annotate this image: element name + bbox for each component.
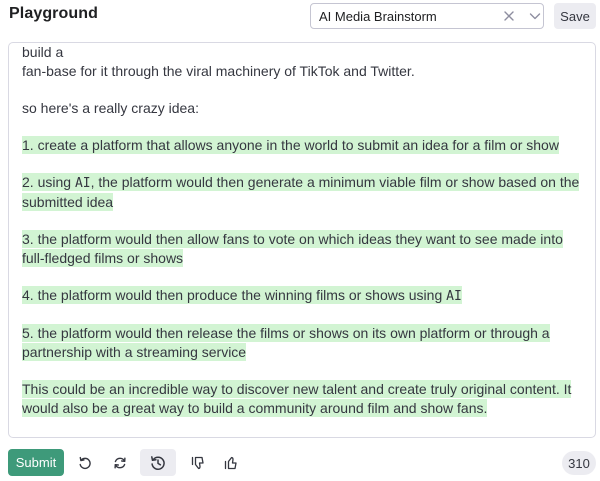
token-count: 310 bbox=[562, 451, 596, 475]
undo-icon bbox=[77, 455, 93, 471]
completion-text: This could be an incredible way to disco… bbox=[22, 381, 572, 416]
save-button[interactable]: Save bbox=[554, 3, 596, 29]
thumbs-down-icon bbox=[190, 455, 206, 471]
completion-text: 4. the platform would then produce the w… bbox=[22, 287, 447, 303]
submit-button[interactable]: Submit bbox=[8, 449, 64, 476]
x-icon[interactable] bbox=[502, 7, 516, 25]
completion-text: AI bbox=[74, 176, 91, 191]
chevron-down-icon[interactable] bbox=[528, 7, 542, 25]
completion-text: 2. using bbox=[22, 174, 75, 190]
list-item: 5. the platform would then release the f… bbox=[22, 324, 582, 362]
history-icon bbox=[149, 454, 167, 472]
list-item: 2. using AI, the platform would then gen… bbox=[22, 173, 582, 212]
prompt-text: connected writer in Brooklyn, she was ab… bbox=[22, 43, 582, 436]
list-item: 1. create a platform that allows anyone … bbox=[22, 136, 582, 155]
refresh-icon bbox=[112, 455, 128, 471]
preset-select-value: AI Media Brainstorm bbox=[319, 9, 437, 24]
regenerate-button[interactable] bbox=[105, 449, 135, 476]
history-button[interactable] bbox=[140, 449, 176, 476]
thumbs-up-button[interactable] bbox=[216, 449, 246, 476]
undo-button[interactable] bbox=[70, 449, 100, 476]
page-title: Playground bbox=[9, 5, 99, 22]
list-item: This could be an incredible way to disco… bbox=[22, 380, 582, 418]
list-item: 3. the platform would then allow fans to… bbox=[22, 230, 582, 268]
text-line-cut: connected writer in Brooklyn, she was ab… bbox=[22, 44, 64, 60]
completion-text: 3. the platform would then allow fans to… bbox=[22, 231, 563, 266]
completion-text: , the platform would then generate a min… bbox=[22, 174, 580, 210]
list-item: 4. the platform would then produce the w… bbox=[22, 286, 582, 306]
completion-text: 1. create a platform that allows anyone … bbox=[22, 137, 559, 153]
intro-text: so here's a really crazy idea: bbox=[22, 100, 199, 116]
prompt-editor[interactable]: connected writer in Brooklyn, she was ab… bbox=[8, 42, 596, 438]
thumbs-up-icon bbox=[223, 455, 239, 471]
thumbs-down-button[interactable] bbox=[183, 449, 213, 476]
preset-select[interactable]: AI Media Brainstorm bbox=[310, 3, 544, 29]
text-line: fan-base for it through the viral machin… bbox=[22, 63, 415, 79]
header: Playground AI Media Brainstorm Save bbox=[0, 0, 600, 34]
completion-text: 5. the platform would then release the f… bbox=[22, 325, 550, 360]
completion-text: AI bbox=[446, 289, 462, 304]
footer: Submit 310 bbox=[0, 446, 600, 481]
